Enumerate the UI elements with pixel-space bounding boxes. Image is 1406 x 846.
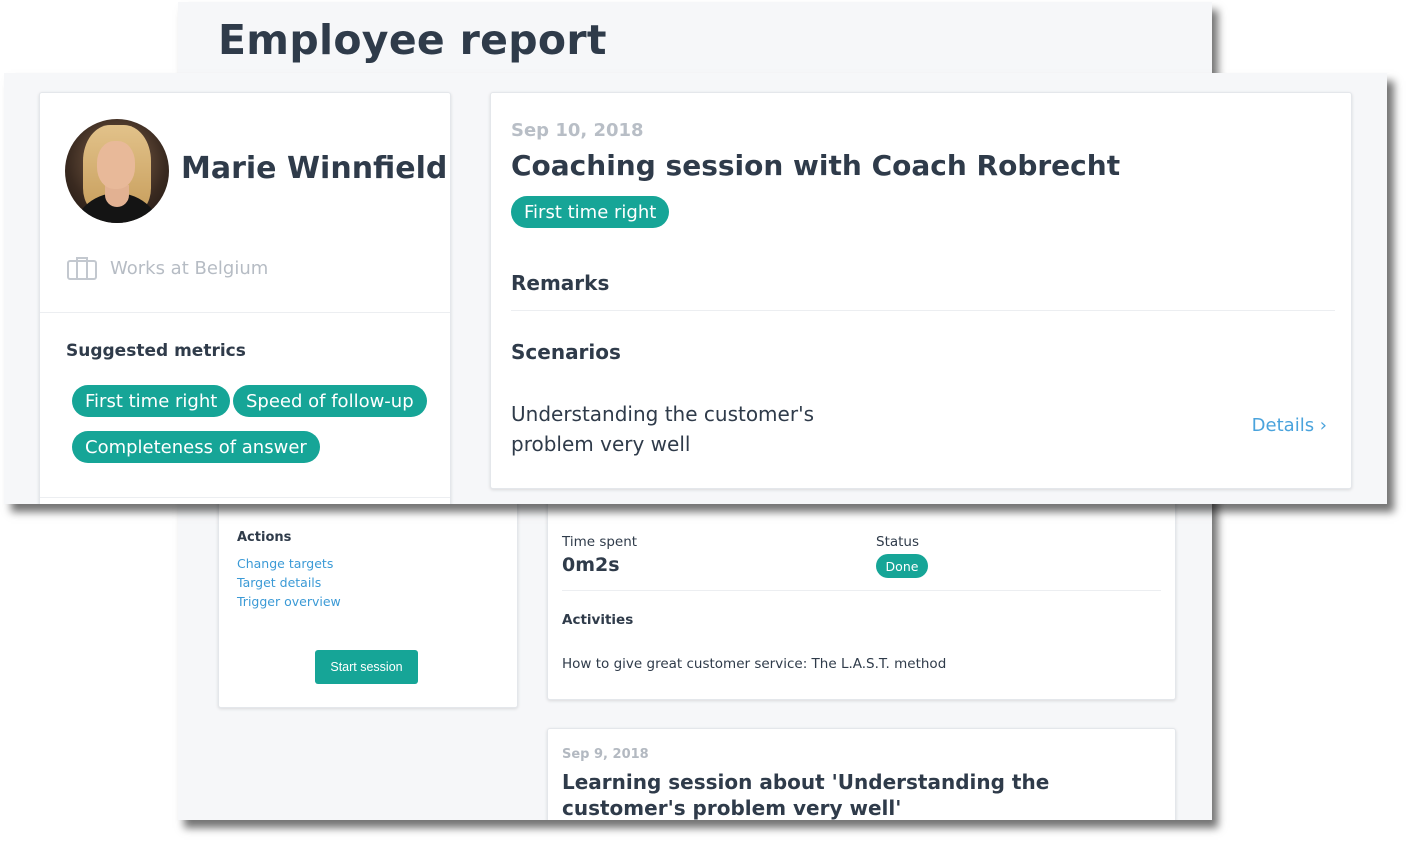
divider [40, 497, 450, 498]
learning-session-title: Learning session about 'Understanding th… [562, 770, 1050, 820]
briefcase-icon [67, 257, 97, 280]
metric-pill[interactable]: Completeness of answer [72, 431, 320, 463]
time-spent-value: 0m2s [562, 554, 620, 576]
activity-item: How to give great customer service: The … [562, 656, 947, 672]
learning-session-date: Sep 9, 2018 [562, 747, 649, 762]
details-link[interactable]: Details › [1252, 415, 1327, 436]
learning-session-card: Sep 9, 2018 Learning session about 'Unde… [547, 728, 1176, 820]
suggested-metrics-title: Suggested metrics [66, 341, 246, 361]
actions-title: Actions [237, 530, 292, 545]
works-at-row: Works at Belgium [66, 255, 268, 281]
divider [40, 312, 450, 313]
actions-card: Actions Change targets Target details Tr… [218, 472, 518, 708]
works-at-text: Works at Belgium [110, 257, 269, 279]
activities-label: Activities [562, 612, 634, 628]
metric-pill[interactable]: Speed of follow-up [233, 385, 427, 417]
time-spent-label: Time spent [562, 534, 638, 550]
start-session-button[interactable]: Start session [315, 650, 418, 684]
session-summary-card: Time spent 0m2s Status Done Activities H… [547, 472, 1176, 700]
scenario-text: Understanding the customer's problem ver… [511, 402, 814, 456]
profile-card: Marie Winnfield Works at Belgium Suggest… [39, 92, 451, 504]
session-tag[interactable]: First time right [511, 196, 670, 228]
change-targets-link[interactable]: Change targets [237, 556, 333, 571]
metric-pill[interactable]: First time right [72, 385, 231, 417]
trigger-overview-link[interactable]: Trigger overview [237, 594, 341, 609]
session-date: Sep 10, 2018 [511, 120, 644, 141]
employee-name: Marie Winnfield [181, 151, 448, 186]
divider [511, 310, 1335, 311]
status-label: Status [876, 534, 920, 550]
status-badge: Done [876, 554, 928, 578]
employee-report-foreground-screen: Marie Winnfield Works at Belgium Suggest… [4, 73, 1387, 504]
coaching-session-card: Sep 10, 2018 Coaching session with Coach… [490, 92, 1352, 489]
remarks-title: Remarks [511, 271, 610, 295]
session-title: Coaching session with Coach Robrecht [511, 149, 1121, 182]
page-title: Employee report [218, 16, 607, 64]
avatar [65, 119, 169, 223]
scenarios-title: Scenarios [511, 340, 621, 364]
target-details-link[interactable]: Target details [237, 575, 321, 590]
divider [562, 590, 1161, 591]
